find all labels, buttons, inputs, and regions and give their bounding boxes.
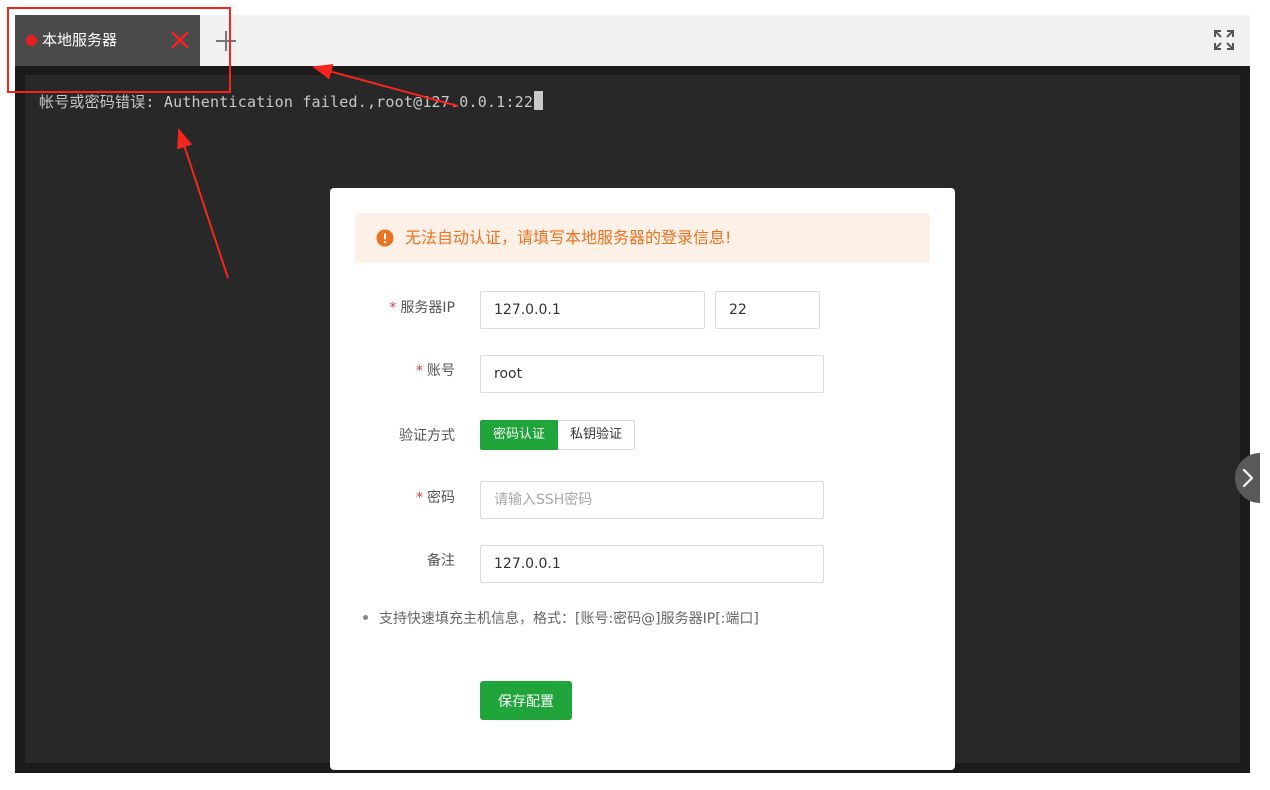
remark-label: 备注 xyxy=(427,553,455,569)
terminal-cursor xyxy=(534,91,544,110)
alert-message: 无法自动认证，请填写本地服务器的登录信息! xyxy=(405,228,732,247)
fullscreen-icon[interactable] xyxy=(1213,29,1235,51)
password-label: * 密码 xyxy=(416,490,455,506)
port-input[interactable] xyxy=(715,291,820,329)
close-icon[interactable] xyxy=(169,29,191,51)
side-panel-toggle[interactable] xyxy=(1235,453,1260,503)
login-info-dialog: 无法自动认证，请填写本地服务器的登录信息! *服务器IP *账号 验证方式 密码… xyxy=(330,188,955,770)
quick-fill-tip: 支持快速填充主机信息，格式：[账号:密码@]服务器IP[:端口] xyxy=(363,609,759,629)
password-input[interactable] xyxy=(480,481,824,519)
tab-local-server[interactable]: 本地服务器 xyxy=(15,15,200,66)
auth-method-toggle: 密码认证 私钥验证 xyxy=(480,420,636,450)
plus-icon[interactable] xyxy=(214,29,238,53)
server-ip-input[interactable] xyxy=(480,291,705,329)
warning-icon xyxy=(376,229,394,247)
tab-label: 本地服务器 xyxy=(42,31,118,49)
connection-status-dot xyxy=(26,35,37,46)
password-auth-option[interactable]: 密码认证 xyxy=(480,420,559,450)
account-label: * 账号 xyxy=(416,363,455,379)
bullet-icon xyxy=(363,615,368,620)
tab-bar: 本地服务器 xyxy=(15,15,1250,66)
auth-failed-alert: 无法自动认证，请填写本地服务器的登录信息! xyxy=(355,213,930,263)
terminal-output-line: 帐号或密码错误: Authentication failed.,root@127… xyxy=(39,91,544,112)
remark-input[interactable] xyxy=(480,545,824,583)
private-key-auth-option[interactable]: 私钥验证 xyxy=(558,420,636,450)
auth-method-label: 验证方式 xyxy=(399,428,455,444)
server-ip-label: * 服务器IP xyxy=(389,300,455,316)
save-config-button[interactable]: 保存配置 xyxy=(480,681,572,720)
account-input[interactable] xyxy=(480,355,824,393)
ssh-terminal-window: 本地服务器 帐号或密码错误: Authentication failed.,ro… xyxy=(15,15,1260,773)
terminal-panel[interactable]: 帐号或密码错误: Authentication failed.,root@127… xyxy=(25,75,1260,770)
